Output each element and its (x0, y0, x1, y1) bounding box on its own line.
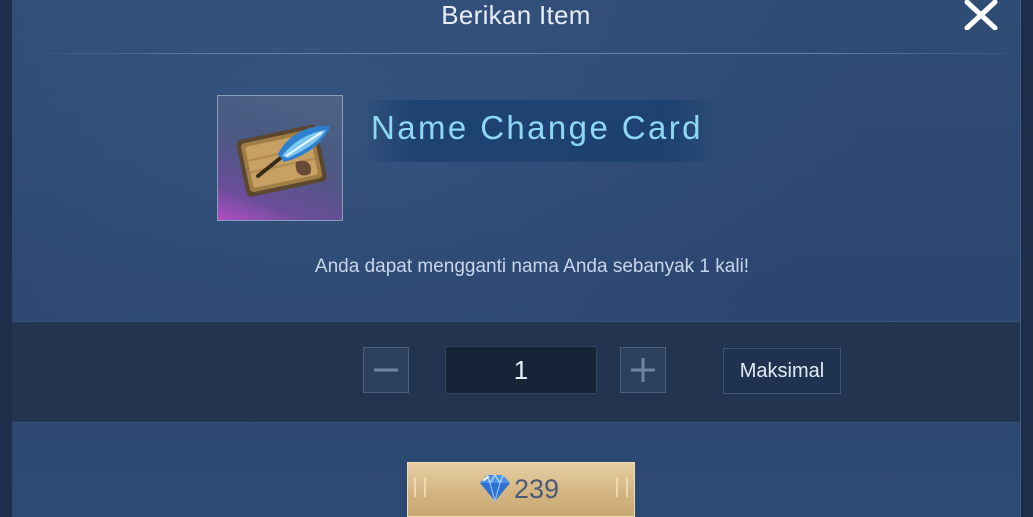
button-ornament-left (414, 477, 426, 497)
close-button[interactable] (962, 0, 1000, 31)
close-x-icon (964, 0, 998, 31)
item-description: Anda dapat mengganti nama Anda sebanyak … (314, 256, 750, 277)
button-ornament-right (616, 477, 628, 497)
give-item-dialog: Berikan Item Name Change Card Anda dapat… (12, 0, 1020, 517)
max-button[interactable]: Maksimal (723, 348, 841, 394)
quantity-selector: 1 Maksimal (12, 321, 1020, 423)
item-thumbnail (217, 95, 343, 221)
plus-icon (631, 358, 655, 382)
quantity-input[interactable]: 1 (445, 346, 597, 394)
give-item-screen: Berikan Item Name Change Card Anda dapat… (0, 0, 1033, 517)
dialog-title: Berikan Item (441, 0, 591, 30)
buy-button[interactable]: 239 (407, 462, 635, 517)
diamond-icon (480, 473, 510, 503)
increase-button[interactable] (620, 347, 666, 393)
decrease-button[interactable] (363, 347, 409, 393)
price-value: 239 (514, 474, 560, 504)
item-name: Name Change Card (371, 109, 703, 146)
minus-icon (374, 368, 398, 372)
quill-card-icon (236, 124, 330, 197)
title-divider (50, 53, 1012, 54)
